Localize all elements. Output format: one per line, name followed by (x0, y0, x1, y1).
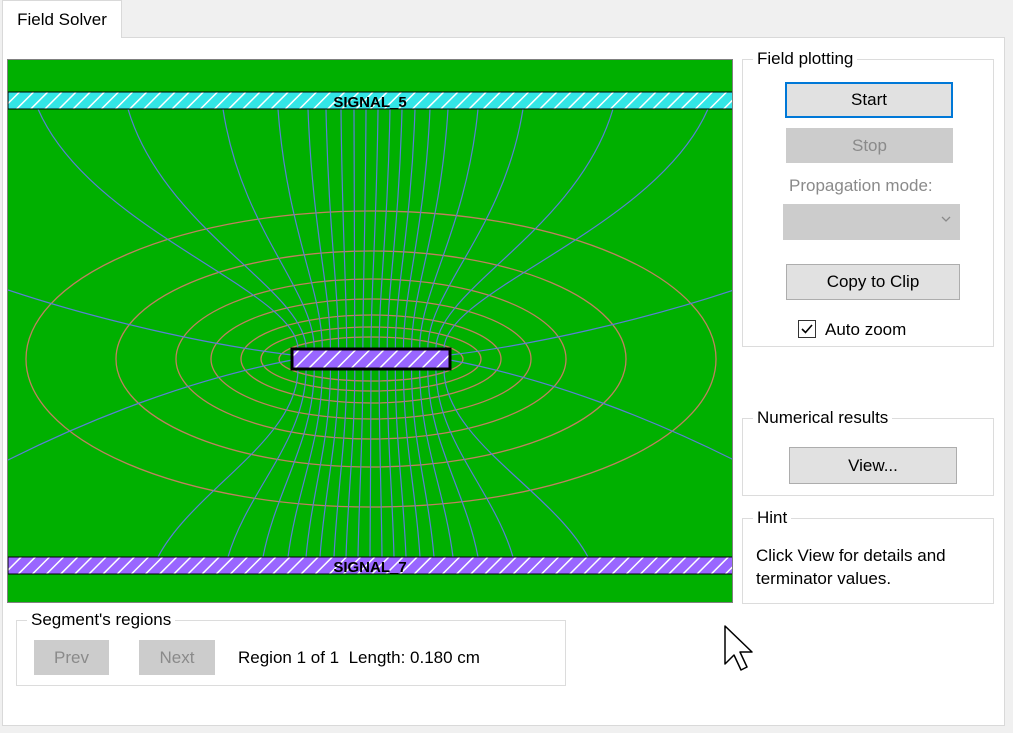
field-line-33 (402, 368, 421, 558)
stop-button[interactable]: Stop (786, 128, 953, 163)
hint-title: Hint (753, 508, 792, 528)
top-conductor-label: SIGNAL_5 (333, 94, 406, 111)
field-line-31 (386, 368, 395, 558)
signal-trace (290, 347, 452, 371)
field-line-24 (305, 368, 332, 558)
view-button[interactable]: View... (789, 447, 957, 484)
field-line-34 (410, 368, 435, 558)
field-line-6 (325, 108, 340, 350)
start-button[interactable]: Start (785, 82, 953, 118)
field-plotting-title: Field plotting (753, 49, 858, 69)
field-line-14 (402, 108, 431, 350)
tab-field-solver[interactable]: Field Solver (2, 0, 122, 38)
field-line-4 (277, 108, 323, 350)
region-info-text: Region 1 of 1 Length: 0.180 cm (238, 648, 480, 667)
field-line-42 (449, 290, 732, 356)
field-line-28 (357, 368, 364, 558)
prev-button[interactable]: Prev (34, 640, 109, 675)
chevron-down-icon (941, 216, 951, 222)
field-line-26 (333, 368, 348, 558)
field-line-9 (362, 108, 367, 350)
start-button-label: Start (851, 90, 887, 109)
field-plot-canvas: SIGNAL_5 SIGNAL_7 (8, 91, 732, 576)
field-line-18 (435, 108, 614, 350)
hint-group: Hint Click View for details and terminat… (742, 508, 994, 604)
propagation-mode-select[interactable] (783, 204, 960, 240)
field-lines (8, 108, 732, 558)
auto-zoom-label: Auto zoom (825, 320, 907, 339)
field-line-8 (353, 108, 356, 350)
copy-to-clip-button[interactable]: Copy to Clip (786, 264, 960, 300)
field-line-27 (345, 368, 356, 558)
checkmark-icon (801, 324, 813, 334)
field-line-30 (378, 368, 383, 558)
field-line-2 (127, 108, 307, 350)
bottom-conductor-label: SIGNAL_7 (333, 559, 406, 576)
field-line-7 (340, 108, 348, 350)
field-line-38 (443, 368, 589, 558)
next-button-label: Next (159, 647, 195, 667)
hint-line-1: Click View for details and (756, 546, 946, 565)
next-button[interactable]: Next (139, 640, 215, 675)
copy-to-clip-label: Copy to Clip (826, 272, 920, 291)
field-line-10 (370, 108, 379, 350)
auto-zoom-checkbox[interactable] (798, 320, 816, 338)
field-line-41 (8, 289, 293, 356)
field-plot: SIGNAL_5 SIGNAL_7 (7, 59, 733, 603)
view-button-label: View... (848, 455, 898, 475)
tab-field-solver-label: Field Solver (17, 9, 107, 29)
mouse-pointer-icon (724, 625, 753, 671)
propagation-mode-label: Propagation mode: (789, 176, 933, 195)
field-line-19 (443, 108, 709, 350)
segments-title: Segment's regions (27, 610, 176, 630)
stop-button-label: Stop (852, 135, 887, 155)
numerical-results-title: Numerical results (753, 408, 893, 428)
field-line-29 (369, 368, 372, 558)
field-line-15 (410, 108, 449, 350)
field-line-1 (37, 108, 299, 350)
prev-button-label: Prev (54, 647, 89, 667)
hint-line-2: terminator values. (756, 569, 892, 588)
field-line-20 (157, 368, 299, 558)
